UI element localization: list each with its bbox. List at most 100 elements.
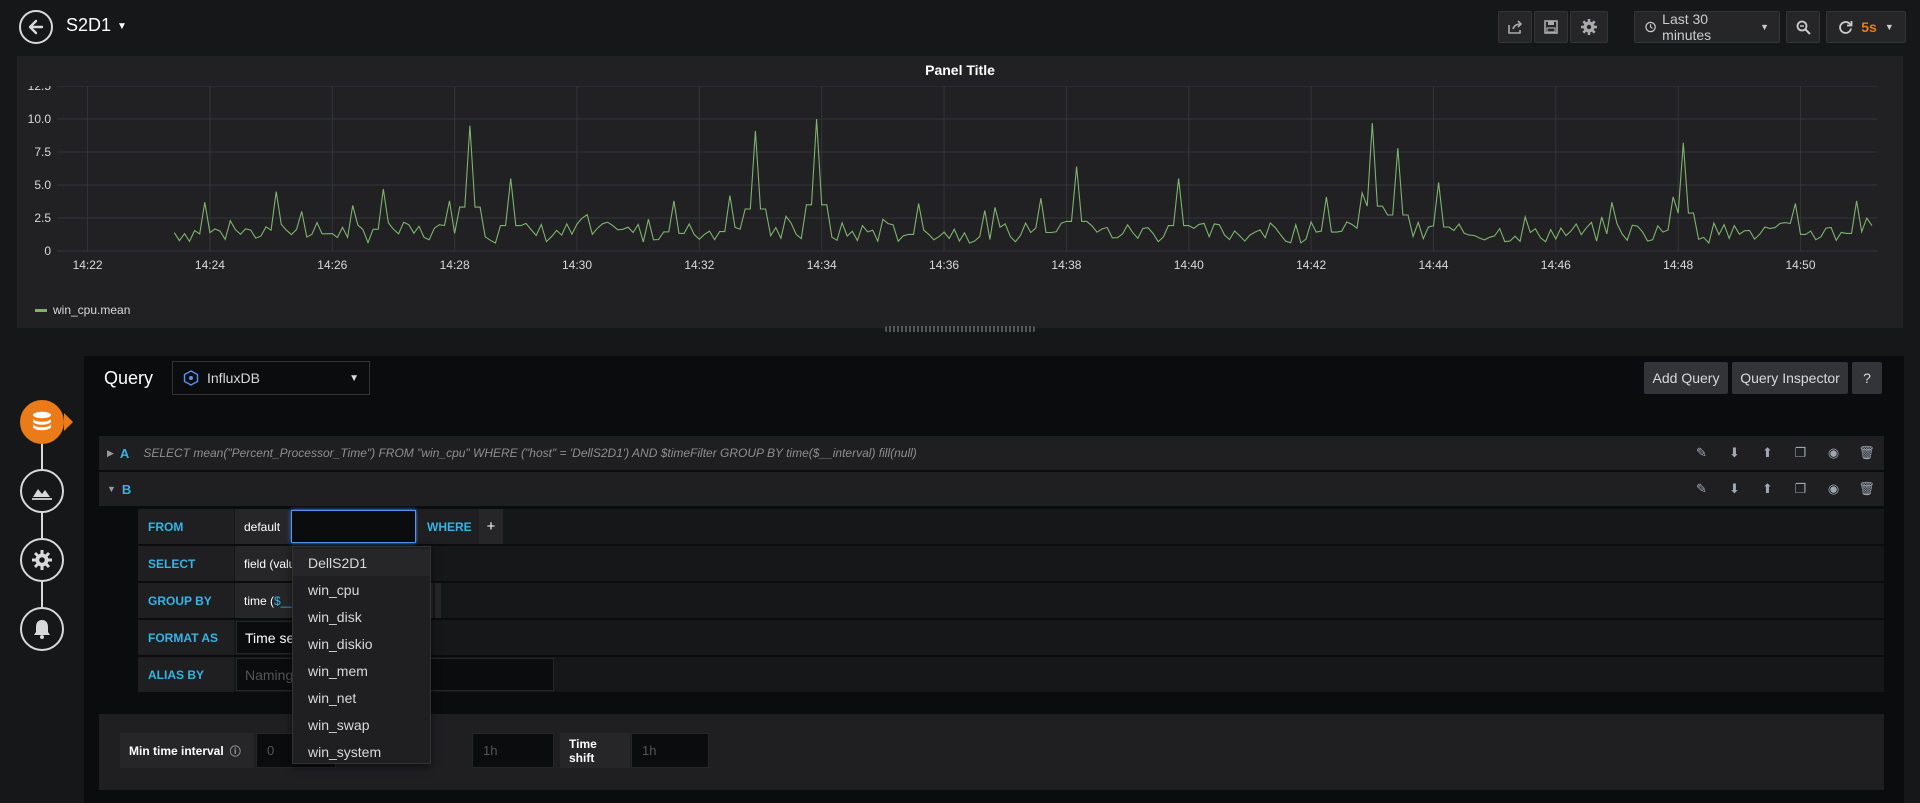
format-as-label: FORMAT AS bbox=[138, 620, 234, 655]
move-down-icon[interactable]: ⬇ bbox=[1725, 480, 1744, 499]
edit-icon[interactable]: ✎ bbox=[1692, 480, 1711, 499]
min-interval-label: Min time interval ⓘ bbox=[120, 733, 254, 768]
x-tick-label: 14:28 bbox=[440, 258, 470, 272]
query-row-b[interactable]: ▼ B ✎ ⬇ ⬆ ❐ ◉ 🗑 bbox=[99, 472, 1884, 506]
query-row-a[interactable]: ▶ A SELECT mean("Percent_Processor_Time"… bbox=[99, 436, 1884, 470]
time-series-chart[interactable]: 12.5 10.0 7.5 5.0 2.5 0 14:22 14:24 14:26 14:28 14… bbox=[17, 86, 1903, 308]
x-tick-label: 14:32 bbox=[684, 258, 714, 272]
move-up-icon[interactable]: ⬆ bbox=[1758, 480, 1777, 499]
help-button[interactable]: ? bbox=[1852, 362, 1882, 394]
expand-arrow-icon[interactable]: ▶ bbox=[107, 448, 114, 459]
measurement-option[interactable]: win_mem bbox=[293, 657, 430, 684]
dashboard-title-picker[interactable]: S2D1 ▼ bbox=[66, 15, 127, 36]
back-button[interactable] bbox=[19, 10, 53, 44]
x-tick-label: 14:22 bbox=[73, 258, 103, 272]
caret-down-icon: ▼ bbox=[1760, 22, 1769, 32]
x-tick-label: 14:34 bbox=[807, 258, 837, 272]
queries-tab[interactable] bbox=[20, 400, 64, 444]
query-inspector-button[interactable]: Query Inspector bbox=[1732, 362, 1848, 394]
y-tick-label: 2.5 bbox=[34, 211, 51, 225]
graph-panel: Panel Title 12.5 10.0 7.5 5.0 2.5 0 14:22 14:24… bbox=[17, 56, 1903, 328]
query-letter: A bbox=[119, 445, 130, 461]
share-icon bbox=[1508, 20, 1523, 34]
trash-icon[interactable]: 🗑 bbox=[1857, 444, 1876, 463]
query-row-actions: ✎ ⬇ ⬆ ❐ ◉ 🗑 bbox=[1692, 436, 1876, 470]
visualization-tab[interactable] bbox=[20, 469, 64, 513]
measurement-option[interactable]: win_disk bbox=[293, 603, 430, 630]
legend-item[interactable]: win_cpu.mean bbox=[35, 303, 130, 317]
y-tick-label: 0 bbox=[44, 244, 51, 258]
min-interval-text: Min time interval bbox=[129, 743, 224, 758]
measurement-option[interactable]: DellS2D1 bbox=[293, 549, 430, 576]
from-label: FROM bbox=[138, 509, 234, 544]
where-label: WHERE bbox=[418, 509, 481, 544]
general-tab[interactable] bbox=[20, 538, 64, 582]
x-tick-label: 14:40 bbox=[1174, 258, 1204, 272]
alert-tab[interactable] bbox=[20, 607, 64, 651]
duplicate-icon[interactable]: ❐ bbox=[1791, 444, 1810, 463]
select-label: SELECT bbox=[138, 546, 234, 581]
time-range-label: Last 30 minutes bbox=[1662, 11, 1712, 43]
share-button[interactable] bbox=[1498, 11, 1532, 43]
area-chart-icon bbox=[32, 489, 52, 500]
time-shift-input[interactable]: 1h bbox=[631, 733, 709, 768]
alias-by-label: ALIAS BY bbox=[138, 657, 234, 692]
trash-icon[interactable]: 🗑 bbox=[1857, 480, 1876, 499]
x-tick-label: 14:30 bbox=[562, 258, 592, 272]
gear-icon bbox=[32, 550, 52, 570]
refresh-picker[interactable]: 5s ▼ bbox=[1826, 11, 1906, 43]
caret-down-icon: ▼ bbox=[117, 20, 127, 32]
move-up-icon[interactable]: ⬆ bbox=[1758, 444, 1777, 463]
datasource-select[interactable]: InfluxDB ▼ bbox=[172, 361, 370, 395]
zoom-out-icon bbox=[1796, 20, 1811, 35]
move-down-icon[interactable]: ⬇ bbox=[1725, 444, 1744, 463]
measurement-dropdown: DellS2D1 win_cpu win_disk win_diskio win_mem… bbox=[292, 546, 431, 764]
x-tick-label: 14:26 bbox=[317, 258, 347, 272]
y-tick-label: 10.0 bbox=[28, 112, 52, 126]
save-button[interactable] bbox=[1534, 11, 1568, 43]
dashboard-settings-button[interactable] bbox=[1570, 11, 1608, 43]
x-tick-label: 14:44 bbox=[1418, 258, 1448, 272]
edit-icon[interactable]: ✎ bbox=[1692, 444, 1711, 463]
eye-icon[interactable]: ◉ bbox=[1824, 444, 1843, 463]
duplicate-icon[interactable]: ❐ bbox=[1791, 480, 1810, 499]
influxdb-icon bbox=[183, 370, 199, 386]
y-tick-label: 5.0 bbox=[34, 178, 51, 192]
measurement-option[interactable]: win_swap bbox=[293, 711, 430, 738]
eye-icon[interactable]: ◉ bbox=[1824, 480, 1843, 499]
clock-icon bbox=[1645, 21, 1656, 33]
add-query-button[interactable]: Add Query bbox=[1644, 362, 1728, 394]
x-tick-label: 14:24 bbox=[195, 258, 225, 272]
add-where-button[interactable]: + bbox=[479, 509, 503, 544]
y-tick-label: 12.5 bbox=[28, 86, 52, 93]
refresh-interval: 5s bbox=[1861, 19, 1877, 35]
zoom-out-button[interactable] bbox=[1786, 11, 1820, 43]
bell-icon bbox=[34, 620, 50, 639]
time-shift-label: Time shift bbox=[560, 733, 630, 768]
datasource-name: InfluxDB bbox=[207, 370, 260, 386]
measurement-input[interactable] bbox=[291, 510, 416, 543]
measurement-option[interactable]: win_diskio bbox=[293, 630, 430, 657]
time-range-picker[interactable]: Last 30 minutes ▼ bbox=[1634, 11, 1780, 43]
query-row-actions: ✎ ⬇ ⬆ ❐ ◉ 🗑 bbox=[1692, 472, 1876, 506]
measurement-option[interactable]: win_system bbox=[293, 738, 430, 765]
collapse-arrow-icon[interactable]: ▼ bbox=[107, 484, 116, 494]
hide-time-input[interactable]: 1h bbox=[472, 733, 554, 768]
group-by-add[interactable] bbox=[435, 583, 441, 618]
dashboard-title: S2D1 bbox=[66, 15, 112, 35]
measurement-option[interactable]: win_cpu bbox=[293, 576, 430, 603]
x-tick-label: 14:48 bbox=[1663, 258, 1693, 272]
x-tick-label: 14:36 bbox=[929, 258, 959, 272]
caret-down-icon: ▼ bbox=[349, 372, 359, 384]
group-by-label: GROUP BY bbox=[138, 583, 234, 618]
top-navbar: S2D1 ▼ Last 30 minutes ▼ 5s ▼ bbox=[0, 0, 1920, 54]
panel-title[interactable]: Panel Title bbox=[17, 62, 1903, 78]
retention-policy-select[interactable]: default bbox=[235, 509, 290, 544]
panel-resize-handle[interactable] bbox=[885, 326, 1035, 332]
measurement-option[interactable]: win_net bbox=[293, 684, 430, 711]
refresh-icon bbox=[1839, 20, 1853, 34]
back-icon bbox=[28, 19, 44, 35]
active-tab-arrow bbox=[64, 413, 73, 431]
query-letter: B bbox=[121, 481, 132, 497]
info-icon[interactable]: ⓘ bbox=[230, 743, 241, 759]
